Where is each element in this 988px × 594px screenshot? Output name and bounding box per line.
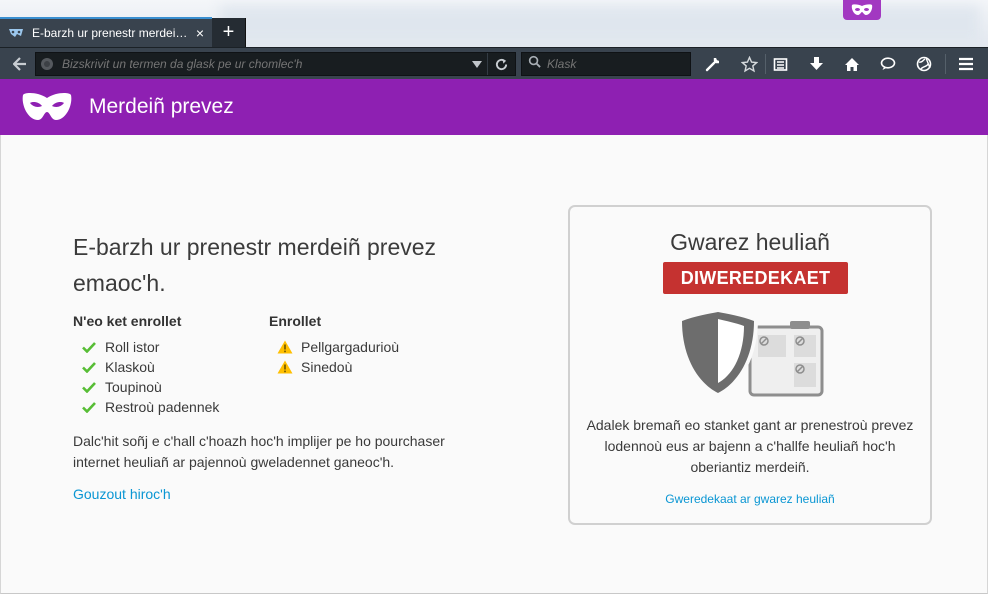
list-item: Klaskoù [73,357,219,377]
check-icon [81,400,97,414]
chat-bubble-icon[interactable] [875,53,901,75]
page-title: Merdeiñ prevez [89,95,234,118]
list-item: Restroù padennek [73,397,219,417]
check-icon [81,380,97,394]
toolbar-separator [945,54,946,74]
list-item: Sinedoù [269,357,399,377]
learn-more-link[interactable]: Gouzout hiroc'h [73,486,171,502]
downloads-icon[interactable] [803,53,829,75]
window-titlebar: E-barzh ur prenestr merdei… × + [0,0,988,47]
toolbar-separator [765,54,766,74]
check-icon [81,340,97,354]
url-bar[interactable] [35,52,516,76]
private-browsing-header: Merdeiñ prevez [0,79,988,135]
mask-favicon-icon [8,26,24,40]
status-badge: DIWEREDEKAET [663,262,848,294]
not-saved-list: N'eo ket enrollet Roll istor Klaskoù Tou… [73,313,219,417]
enable-tracking-protection-link[interactable]: Gweredekaat ar gwarez heuliañ [570,492,930,506]
home-icon[interactable] [839,53,865,75]
tracking-description: Adalek bremañ eo stanket gant ar prenest… [586,417,914,475]
list-item-label: Toupinoù [105,379,162,395]
search-icon [528,55,541,73]
list-item-label: Pellgargadurioù [301,339,400,355]
warning-icon [277,360,293,374]
tracking-protection-card: Gwarez heuliañ DIWEREDEKAET Adalek brema… [568,205,932,525]
saved-list: Enrollet Pellgargadurioù Sinedoù [269,313,399,377]
back-button[interactable] [8,53,32,75]
globe-sync-icon[interactable] [911,53,937,75]
check-icon [81,360,97,374]
private-browsing-heading: E-barzh ur prenestr merdeiñ prevez emaoc… [73,234,437,296]
bookmarks-menu-icon[interactable] [767,53,793,75]
tracking-shield-illustration-icon [678,309,824,397]
tab-title: E-barzh ur prenestr merdei… [32,26,188,40]
new-tab-button[interactable]: + [212,18,246,47]
list-item-label: Restroù padennek [105,399,220,415]
search-bar[interactable] [521,52,704,76]
not-saved-title: N'eo ket enrollet [73,313,182,329]
developer-tools-wrench-icon[interactable] [700,53,726,75]
private-mask-icon [22,93,72,120]
list-item: Roll istor [73,337,219,357]
search-input[interactable] [541,57,704,71]
tracking-protection-title: Gwarez heuliañ [670,229,830,255]
site-identity-icon[interactable] [36,53,58,75]
tab-private-browsing[interactable]: E-barzh ur prenestr merdei… × [0,17,212,47]
reload-icon[interactable] [487,53,515,75]
list-item-label: Klaskoù [105,359,155,375]
hamburger-menu-icon[interactable] [953,53,979,75]
navigation-toolbar [0,47,988,79]
list-item: Toupinoù [73,377,219,397]
url-dropdown-icon[interactable] [467,60,487,68]
private-browsing-content: E-barzh ur prenestr merdeiñ prevez emaoc… [0,135,988,594]
tab-close-icon[interactable]: × [192,25,208,41]
list-item-label: Roll istor [105,339,160,355]
tracking-note: Dalc'hit soñj e c'hall c'hoazh hoc'h imp… [73,433,445,470]
url-input[interactable] [58,57,467,71]
saved-title: Enrollet [269,313,322,329]
warning-icon [277,340,293,354]
list-item: Pellgargadurioù [269,337,399,357]
list-item-label: Sinedoù [301,359,353,375]
bookmark-star-icon[interactable] [736,53,762,75]
private-mask-icon [843,0,881,20]
